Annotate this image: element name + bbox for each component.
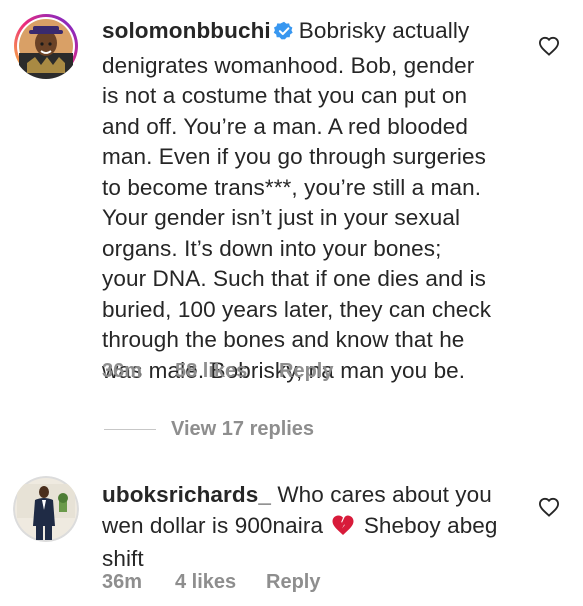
comment-line: your DNA. Such that if one dies and is	[102, 266, 487, 291]
comment-line: Bobrisky actually	[298, 18, 470, 43]
comment-line: shift	[102, 546, 144, 571]
comment-text: uboksrichards_ Who cares about you wen d…	[102, 480, 522, 575]
comment-line: and off. You’re a man. A red blooded	[102, 113, 468, 139]
like-heart-icon[interactable]	[538, 497, 560, 517]
comment-line: man. Even if you go through surgeries	[102, 144, 486, 169]
reply-button[interactable]: Reply	[279, 360, 333, 383]
view-replies-label: View 17 replies	[171, 418, 315, 440]
reply-button[interactable]: Reply	[266, 571, 320, 594]
comment-line: to become trans***, you’re still a man.	[102, 174, 482, 200]
comment-time: 36m	[102, 571, 143, 593]
divider	[104, 429, 156, 430]
comment-line: wen dollar is 900naira	[102, 512, 324, 538]
view-replies-button[interactable]: View 17 replies	[104, 418, 364, 442]
comment-line: denigrates womanhood. Bob, gender	[102, 52, 475, 78]
comment-time: 36m	[102, 360, 143, 382]
comment-username[interactable]: solomonbbuchi	[102, 18, 271, 43]
comment-line: through the bones and know that he	[102, 327, 465, 352]
comment-line: Sheboy abeg	[363, 512, 498, 538]
comment-username[interactable]: uboksrichards_	[102, 482, 271, 507]
comment-line: organs. It’s down into your bones;	[102, 235, 442, 261]
comment-line: Who cares about you	[277, 482, 492, 507]
comment-line: buried, 100 years later, they can check	[102, 296, 492, 322]
avatar[interactable]	[13, 13, 79, 79]
comment-text: solomonbbuchi Bobrisky actually denigrate…	[102, 16, 522, 386]
like-heart-icon[interactable]	[538, 36, 560, 56]
comment-line: Your gender isn’t just in your sexual	[102, 205, 461, 230]
verified-badge-icon	[273, 20, 295, 51]
broken-heart-icon	[331, 514, 355, 545]
comment-likes[interactable]: 4 likes	[175, 571, 236, 594]
comment-likes[interactable]: 58 likes	[175, 360, 247, 383]
comment-line: is not a costume that you can put on	[102, 83, 468, 108]
avatar[interactable]	[13, 476, 79, 542]
